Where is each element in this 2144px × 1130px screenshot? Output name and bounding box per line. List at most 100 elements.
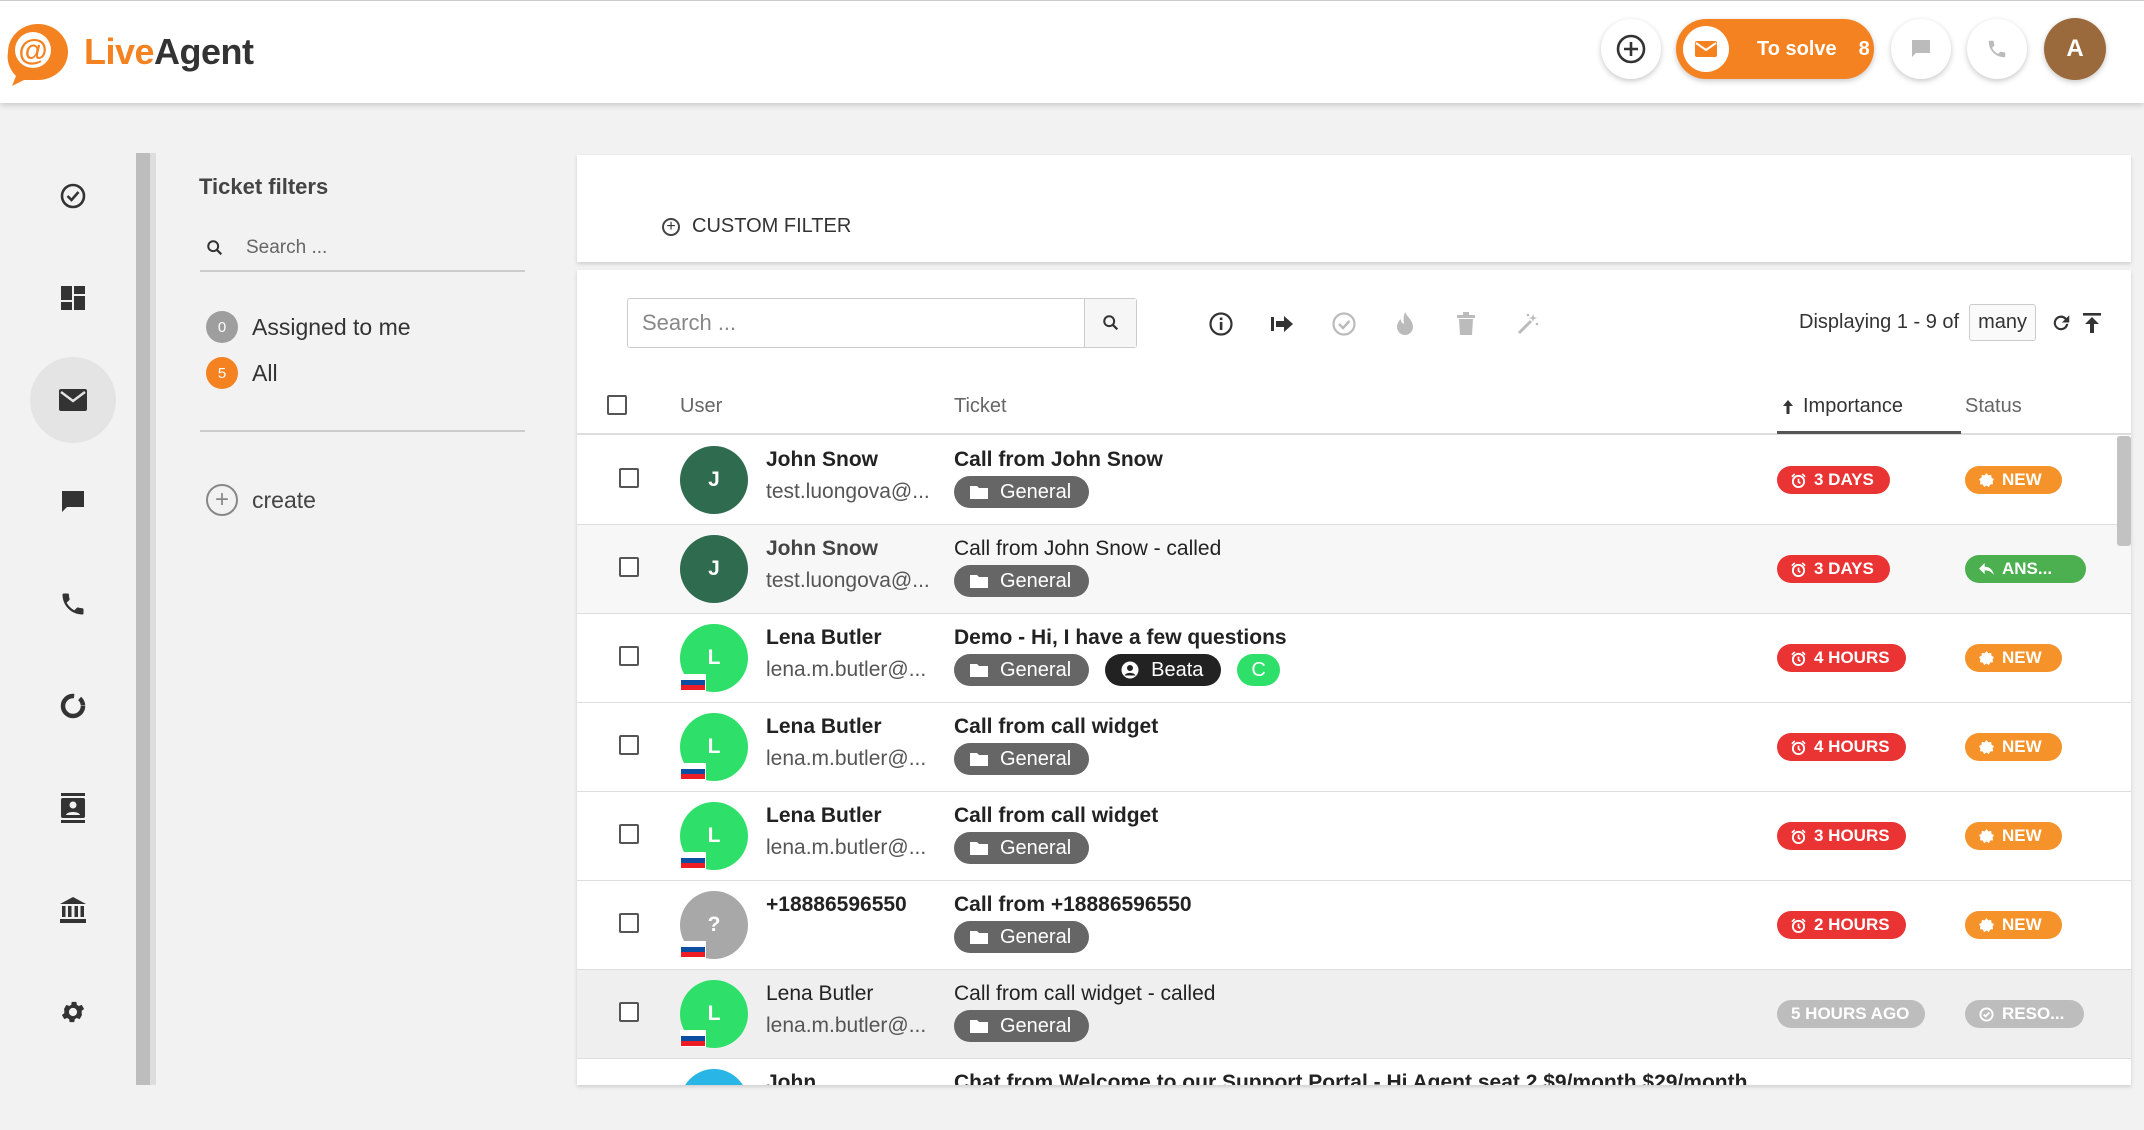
- ticket-search-input[interactable]: Search ...: [627, 298, 1137, 348]
- ticket-subject[interactable]: Call from +18886596550: [954, 893, 1192, 917]
- row-checkbox[interactable]: [619, 913, 639, 933]
- envelope-icon: [59, 389, 87, 411]
- ticket-subject[interactable]: Call from John Snow: [954, 448, 1163, 472]
- row-checkbox[interactable]: [619, 735, 639, 755]
- user-name[interactable]: John Snow: [766, 537, 878, 561]
- ticket-subject[interactable]: Demo - Hi, I have a few questions: [954, 626, 1287, 650]
- priority-button[interactable]: [1389, 308, 1421, 340]
- create-label: create: [252, 486, 316, 513]
- nav-dashboard[interactable]: [30, 255, 116, 341]
- nav-companies[interactable]: [30, 867, 116, 953]
- liveagent-logo[interactable]: @ LiveAgent: [0, 17, 254, 87]
- nav-reports[interactable]: [30, 663, 116, 749]
- filter-all[interactable]: 5 All: [206, 357, 278, 389]
- ticket-subject[interactable]: Chat from Welcome to our Support Portal …: [954, 1071, 1747, 1085]
- logo-live-text: Live: [84, 31, 155, 72]
- user-name[interactable]: Lena Butler: [766, 715, 882, 739]
- row-checkbox[interactable]: [619, 1002, 639, 1022]
- table-row[interactable]: J John Snow test.luongova@... Call from Joh…: [577, 525, 2131, 614]
- table-row[interactable]: L Lena Butler lena.m.butler@... Call from c…: [577, 970, 2131, 1059]
- department-tag[interactable]: General: [954, 476, 1090, 508]
- ticket-list-card: Search ... Displaying 1 - 9 of many User…: [577, 270, 2131, 1085]
- filter-assigned-to-me[interactable]: 0 Assigned to me: [206, 311, 411, 343]
- nav-tasks[interactable]: [30, 153, 116, 239]
- nav-tickets[interactable]: [30, 357, 116, 443]
- column-ticket[interactable]: Ticket: [954, 395, 1007, 418]
- importance-label: 4 HOURS: [1814, 737, 1890, 756]
- column-user[interactable]: User: [680, 395, 722, 418]
- check-circle-icon: [1332, 312, 1356, 336]
- ticket-subject[interactable]: Call from call widget - called: [954, 982, 1215, 1006]
- resolve-button[interactable]: [1328, 308, 1360, 340]
- department-tag[interactable]: General: [954, 832, 1090, 864]
- info-button[interactable]: [1205, 308, 1237, 340]
- nav-contacts[interactable]: [30, 765, 116, 851]
- nav-chats[interactable]: [30, 459, 116, 545]
- avatar[interactable]: J: [680, 446, 748, 514]
- row-checkbox[interactable]: [619, 468, 639, 488]
- user-name[interactable]: Lena Butler: [766, 626, 882, 650]
- refresh-button[interactable]: [2050, 312, 2072, 334]
- table-row[interactable]: J John Snow test.luongova@... Call from Joh…: [577, 436, 2131, 525]
- department-tag[interactable]: General: [954, 921, 1090, 953]
- department-tag[interactable]: General: [954, 565, 1090, 597]
- column-importance[interactable]: Importance: [1781, 395, 1903, 418]
- user-name[interactable]: John: [766, 1071, 816, 1085]
- user-avatar[interactable]: A: [2044, 18, 2106, 80]
- user-email: test.luongova@...: [766, 569, 930, 592]
- ticket-subject[interactable]: Call from call widget: [954, 804, 1158, 828]
- tag-label: General: [1000, 836, 1072, 859]
- nav-scrollbar[interactable]: [136, 153, 156, 1085]
- call-button[interactable]: [1967, 19, 2027, 79]
- magic-button[interactable]: [1512, 308, 1544, 340]
- status-label: RESO...: [2002, 1004, 2065, 1023]
- ticket-subject[interactable]: Call from call widget: [954, 715, 1158, 739]
- status-label: NEW: [2002, 826, 2042, 845]
- filters-search-input[interactable]: Search ...: [200, 226, 525, 272]
- row-checkbox[interactable]: [619, 646, 639, 666]
- table-row[interactable]: John Chat from Welcome to our Support Por…: [577, 1059, 2131, 1085]
- table-row[interactable]: ? +18886596550 Call from +18886596550 Gener…: [577, 881, 2131, 970]
- row-checkbox[interactable]: [619, 557, 639, 577]
- importance-badge: 3 HOURS: [1777, 822, 1906, 850]
- chat-button[interactable]: [1891, 19, 1951, 79]
- display-total-button[interactable]: many: [1969, 304, 2036, 341]
- user-name[interactable]: +18886596550: [766, 893, 907, 917]
- contacts-icon: [61, 793, 85, 823]
- agent-tag[interactable]: Beata: [1105, 654, 1222, 686]
- user-name[interactable]: Lena Butler: [766, 804, 882, 828]
- create-filter-button[interactable]: + create: [206, 484, 316, 516]
- to-solve-label: To solve: [1757, 37, 1837, 60]
- status-badge: NEW: [1965, 466, 2062, 494]
- gear-icon: [61, 1001, 85, 1023]
- user-name[interactable]: Lena Butler: [766, 982, 873, 1006]
- row-checkbox[interactable]: [619, 824, 639, 844]
- table-row[interactable]: L Lena Butler lena.m.butler@... Call from c…: [577, 792, 2131, 881]
- extra-tag[interactable]: C: [1237, 654, 1280, 686]
- nav-settings[interactable]: [30, 969, 116, 1055]
- scroll-top-button[interactable]: [2082, 312, 2102, 334]
- select-all-checkbox[interactable]: [607, 395, 627, 415]
- table-row[interactable]: L Lena Butler lena.m.butler@... Demo - Hi, …: [577, 614, 2131, 703]
- transfer-button[interactable]: [1266, 308, 1298, 340]
- display-count: Displaying 1 - 9 of many: [1799, 304, 2102, 341]
- delete-button[interactable]: [1450, 308, 1482, 340]
- custom-filter-button[interactable]: + CUSTOM FILTER: [662, 215, 851, 238]
- list-scrollbar[interactable]: [2117, 436, 2131, 546]
- folder-icon: [970, 486, 988, 499]
- folder-icon: [970, 842, 988, 855]
- arrow-up-icon: [1783, 399, 1793, 414]
- column-status[interactable]: Status: [1965, 395, 2022, 418]
- to-solve-button[interactable]: To solve 8: [1676, 19, 1874, 79]
- nav-calls[interactable]: [30, 561, 116, 647]
- avatar[interactable]: [680, 1069, 748, 1085]
- ticket-subject[interactable]: Call from John Snow - called: [954, 537, 1221, 561]
- user-name[interactable]: John Snow: [766, 448, 878, 472]
- department-tag[interactable]: General: [954, 1010, 1090, 1042]
- department-tag[interactable]: General: [954, 654, 1090, 686]
- table-row[interactable]: L Lena Butler lena.m.butler@... Call from c…: [577, 703, 2131, 792]
- department-tag[interactable]: General: [954, 743, 1090, 775]
- add-new-button[interactable]: [1601, 19, 1661, 79]
- ticket-search-button[interactable]: [1084, 299, 1136, 347]
- avatar[interactable]: J: [680, 535, 748, 603]
